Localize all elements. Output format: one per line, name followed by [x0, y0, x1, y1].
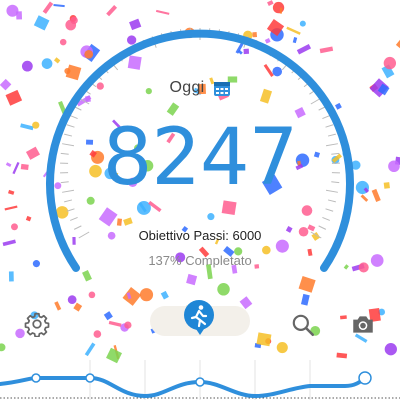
goal-progress: 137% Completato — [148, 253, 252, 268]
date-label: Oggi — [169, 79, 205, 96]
search-icon[interactable] — [290, 312, 316, 338]
step-count: 8247 — [102, 113, 299, 203]
dial-tick — [325, 208, 334, 212]
date-header: Oggi — [0, 79, 400, 97]
pointer-triangle — [196, 329, 204, 335]
graph-point — [195, 377, 205, 387]
graph-point — [31, 373, 41, 383]
graph-point — [358, 371, 372, 385]
activity-mode-button[interactable] — [184, 300, 214, 330]
dial-tick — [327, 199, 336, 203]
walking-person-icon — [190, 305, 208, 328]
calendar-icon[interactable] — [213, 79, 231, 97]
graph-point — [85, 373, 95, 383]
dial-tick — [64, 199, 73, 203]
dial-tick — [66, 208, 75, 212]
camera-icon[interactable] — [350, 311, 376, 337]
gear-icon[interactable] — [24, 311, 50, 337]
step-goal: Obiettivo Passi: 6000 — [138, 228, 262, 243]
dial-tick — [70, 216, 78, 221]
step-counter-screen: Oggi 8247 Obiettivo Passi: 6000 137% Com… — [0, 0, 400, 400]
activity-graph — [0, 360, 400, 400]
dial-tick — [322, 216, 330, 221]
